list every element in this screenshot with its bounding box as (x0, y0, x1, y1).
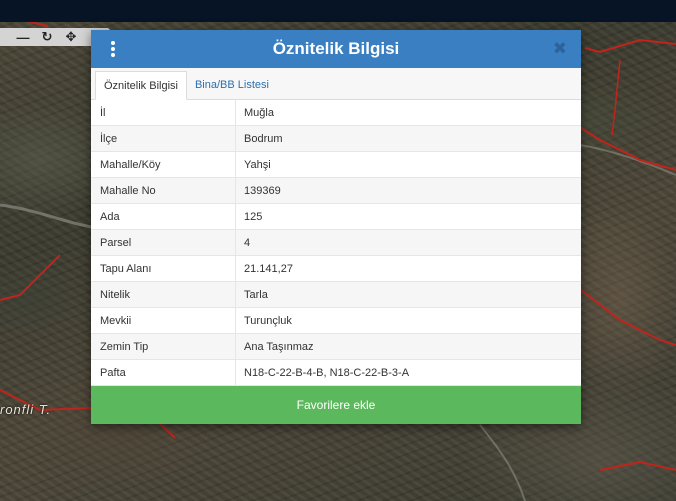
table-row: Parsel 4 (91, 230, 581, 256)
table-row: Nitelik Tarla (91, 282, 581, 308)
map-place-label: ronfli T. (0, 402, 52, 417)
row-value: 21.141,27 (244, 262, 293, 275)
modal-header: Öznitelik Bilgisi ✖ (91, 30, 581, 68)
row-key: Tapu Alanı (91, 256, 236, 281)
table-row: Zemin Tip Ana Taşınmaz (91, 334, 581, 360)
row-key: Parsel (91, 230, 236, 255)
row-value: 4 (244, 236, 251, 249)
row-value: Bodrum (244, 132, 283, 145)
row-key: Ada (91, 204, 236, 229)
tab-attribute-info[interactable]: Öznitelik Bilgisi (95, 71, 187, 100)
table-row: Mahalle/Köy Yahşi (91, 152, 581, 178)
row-value: Turunçluk (244, 314, 292, 327)
table-row: Mevkii Turunçluk (91, 308, 581, 334)
table-row: İl Muğla (91, 100, 581, 126)
minus-icon[interactable]: — (14, 28, 32, 46)
row-key: Zemin Tip (91, 334, 236, 359)
row-key: Mahalle No (91, 178, 236, 203)
row-value: 139369 (244, 184, 281, 197)
row-value: Yahşi (244, 158, 271, 171)
row-value: 125 (244, 210, 263, 223)
vertical-dots-icon[interactable] (109, 41, 117, 57)
table-row: Ada 125 (91, 204, 581, 230)
attribute-info-modal: Öznitelik Bilgisi ✖ Öznitelik Bilgisi Bi… (91, 30, 581, 424)
table-row: Mahalle No 139369 (91, 178, 581, 204)
attribute-table: İl Muğla İlçe Bodrum Mahalle/Köy Yahşi Maha… (91, 100, 581, 386)
move-icon[interactable]: ✥ (62, 28, 80, 46)
add-to-favorites-button[interactable]: Favorilere ekle (91, 386, 581, 424)
table-row: İlçe Bodrum (91, 126, 581, 152)
row-key: Mevkii (91, 308, 236, 333)
row-key: Mahalle/Köy (91, 152, 236, 177)
top-bar (0, 0, 676, 22)
table-row: Pafta N18-C-22-B-4-B, N18-C-22-B-3-A (91, 360, 581, 386)
row-value: Ana Taşınmaz (244, 340, 314, 353)
row-key: İl (91, 100, 236, 125)
close-icon[interactable]: ✖ (553, 39, 567, 59)
refresh-icon[interactable]: ↻ (38, 28, 56, 46)
row-value: N18-C-22-B-4-B, N18-C-22-B-3-A (244, 366, 410, 379)
tab-building-list[interactable]: Bina/BB Listesi (187, 70, 277, 99)
row-key: Nitelik (91, 282, 236, 307)
row-value: Tarla (244, 288, 268, 301)
row-key: İlçe (91, 126, 236, 151)
tab-bar: Öznitelik Bilgisi Bina/BB Listesi (91, 68, 581, 100)
table-row: Tapu Alanı 21.141,27 (91, 256, 581, 282)
row-value: Muğla (244, 106, 274, 119)
row-key: Pafta (91, 360, 236, 385)
modal-title: Öznitelik Bilgisi (272, 39, 400, 58)
